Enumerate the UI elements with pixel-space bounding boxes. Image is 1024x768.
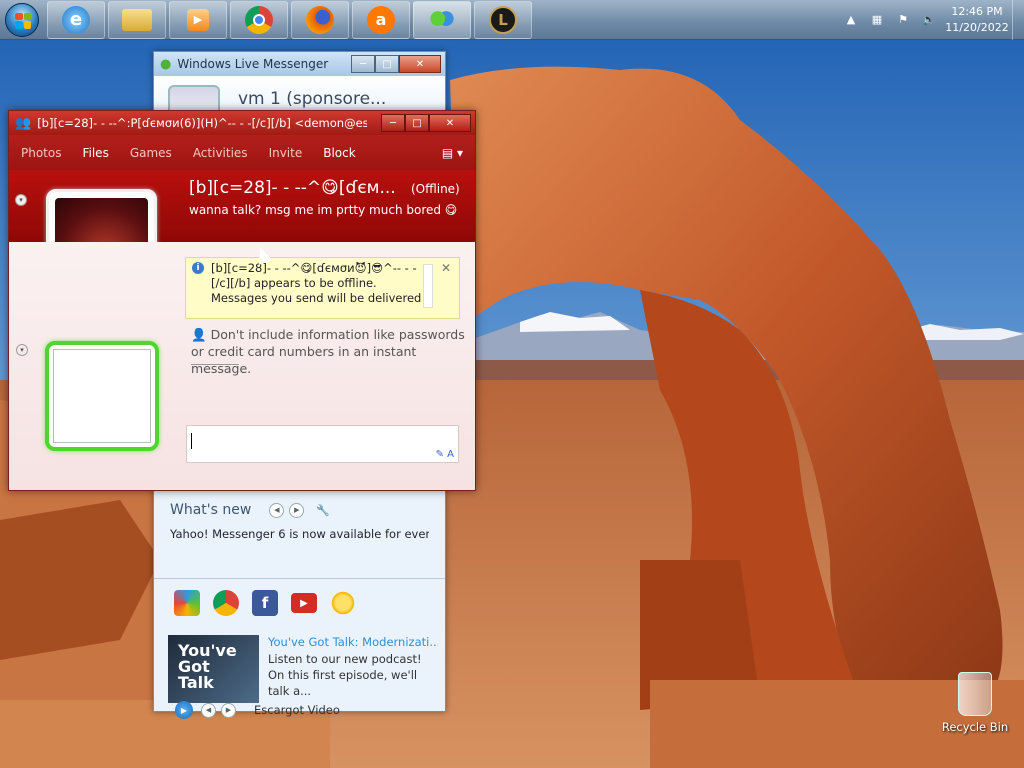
firefox-icon (306, 5, 334, 34)
clock-date: 11/20/2022 (945, 20, 1009, 34)
whats-new-item[interactable]: Yahoo! Messenger 6 is now available for … (170, 527, 429, 541)
folder-icon (122, 8, 152, 31)
youtube-icon[interactable]: ▶ (291, 593, 317, 613)
chat-titlebar[interactable]: 👥 [b][c=28]- - --^:P[ɗємσи(6)](H)^-- - -… (9, 111, 475, 135)
notice-scrollbar[interactable] (423, 264, 433, 308)
messenger-title: Windows Live Messenger (177, 57, 329, 71)
chrome-icon (245, 5, 273, 34)
social-bar: f ▶ (174, 590, 356, 616)
chat-close-button[interactable]: ✕ (429, 114, 471, 132)
offline-notice: i [b][c=28]- - --^😋[ɗємσи😈]😎^-- - -[/c][… (185, 257, 460, 319)
whats-new-heading: What's new (170, 502, 252, 518)
recycle-bin[interactable]: Recycle Bin (940, 672, 1010, 734)
menu-files[interactable]: Files (82, 146, 108, 160)
system-tray: ▲ ▦ ⚑ 🔈 12:46 PM 11/20/2022 (838, 0, 1024, 40)
start-button[interactable] (0, 0, 44, 40)
contact-personal-message: wanna talk? msg me im prtty much bored 😋 (189, 203, 458, 217)
contact-status: (Offline) (411, 182, 460, 196)
whats-new-section: What's new ◀ ▶ 🔧 Yahoo! Messenger 6 is n… (154, 492, 445, 541)
messenger-logo-icon: ● (160, 56, 172, 72)
windows-live-butterfly-icon[interactable] (174, 590, 200, 616)
warning-person-icon: 👤 (191, 327, 207, 342)
volume-icon[interactable]: 🔈 (921, 12, 937, 28)
font-format-icon[interactable]: ✎ A (436, 449, 454, 460)
news-source[interactable]: Escargot Video (254, 703, 340, 717)
show-desktop-button[interactable] (1012, 0, 1024, 40)
play-icon[interactable]: ▶ (175, 701, 193, 719)
messenger-titlebar[interactable]: ● Windows Live Messenger ─ □ ✕ (154, 52, 445, 76)
offline-notice-text: [b][c=28]- - --^😋[ɗємσи😈]😎^-- - -[/c][/b… (211, 261, 422, 305)
taskbar-messenger[interactable] (413, 0, 471, 39)
google-icon[interactable] (213, 590, 239, 616)
next-arrow-icon[interactable]: ▶ (289, 502, 305, 518)
clock-time: 12:46 PM (951, 4, 1003, 18)
weather-sun-icon[interactable] (330, 590, 356, 616)
avast-icon: a (367, 5, 395, 34)
chat-title: [b][c=28]- - --^:P[ɗємσи(6)](H)^-- - -[/… (37, 116, 368, 130)
collapse-contact-icon[interactable]: ▾ (15, 194, 27, 206)
chat-window: 👥 [b][c=28]- - --^:P[ɗємσи(6)](H)^-- - -… (8, 110, 476, 491)
taskbar-media-player[interactable]: ▶ (169, 0, 227, 39)
messenger-icon (428, 5, 456, 34)
taskbar-league[interactable]: L (474, 0, 532, 39)
taskbar: e ▶ a L ▲ ▦ ⚑ 🔈 12:46 PM 11/20/2022 (0, 0, 1024, 40)
recycle-bin-icon (958, 672, 992, 716)
taskbar-chrome[interactable] (230, 0, 288, 39)
security-warning: 👤 Don't include information like passwor… (191, 326, 471, 377)
warning-underline (191, 364, 239, 365)
message-input[interactable]: ✎ A (186, 425, 459, 463)
media-player-icon: ▶ (187, 8, 209, 31)
previous-arrow-icon[interactable]: ◀ (269, 502, 285, 518)
news-next-icon[interactable]: ▶ (221, 702, 236, 718)
user-display-name[interactable]: vm 1 (sponsore... (238, 89, 386, 109)
news-prev-icon[interactable]: ◀ (201, 702, 216, 718)
menu-games[interactable]: Games (130, 146, 172, 160)
menu-photos[interactable]: Photos (21, 146, 61, 160)
menu-invite[interactable]: Invite (269, 146, 303, 160)
minimize-button[interactable]: ─ (351, 55, 375, 73)
news-description: Listen to our new podcast! On this first… (268, 652, 422, 698)
chat-minimize-button[interactable]: ─ (381, 114, 405, 132)
chat-people-icon: 👥 (15, 115, 32, 131)
collapse-self-icon[interactable]: ▾ (16, 344, 28, 356)
chat-maximize-button[interactable]: □ (405, 114, 429, 132)
action-center-flag-icon[interactable]: ⚑ (895, 12, 911, 28)
clock[interactable]: 12:46 PM 11/20/2022 (942, 4, 1012, 36)
taskbar-windows-explorer[interactable] (108, 0, 166, 39)
news-title[interactable]: You've Got Talk: Modernizati... (268, 635, 438, 649)
contact-name[interactable]: [b][c=28]- - --^😋[ɗєм... (189, 178, 396, 198)
text-caret (191, 433, 192, 449)
taskbar-firefox[interactable] (291, 0, 349, 39)
network-icon[interactable]: ▦ (869, 12, 885, 28)
league-icon: L (489, 5, 517, 34)
ie-icon: e (62, 5, 90, 34)
settings-wrench-icon[interactable]: 🔧 (316, 504, 330, 517)
facebook-icon[interactable]: f (252, 590, 278, 616)
notice-close-icon[interactable]: ✕ (441, 261, 451, 276)
taskbar-avast[interactable]: a (352, 0, 410, 39)
recycle-bin-label: Recycle Bin (941, 720, 1009, 734)
security-warning-text: Don't include information like passwords… (191, 327, 465, 376)
my-display-picture[interactable] (45, 341, 159, 451)
news-item[interactable]: You've Got Talk You've Got Talk: Moderni… (168, 635, 438, 719)
windows-logo-icon (5, 2, 39, 37)
divider (154, 578, 445, 579)
maximize-button[interactable]: □ (375, 55, 399, 73)
menu-activities[interactable]: Activities (193, 146, 248, 160)
menu-block[interactable]: Block (323, 146, 355, 160)
news-thumbnail[interactable]: You've Got Talk (168, 635, 259, 703)
tray-expand-icon[interactable]: ▲ (843, 12, 859, 28)
close-button[interactable]: ✕ (399, 55, 441, 73)
chat-menubar: Photos Files Games Activities Invite Blo… (9, 135, 475, 170)
options-menu-icon[interactable]: ▤ ▾ (442, 146, 463, 160)
info-icon: i (192, 262, 204, 274)
taskbar-internet-explorer[interactable]: e (47, 0, 105, 39)
